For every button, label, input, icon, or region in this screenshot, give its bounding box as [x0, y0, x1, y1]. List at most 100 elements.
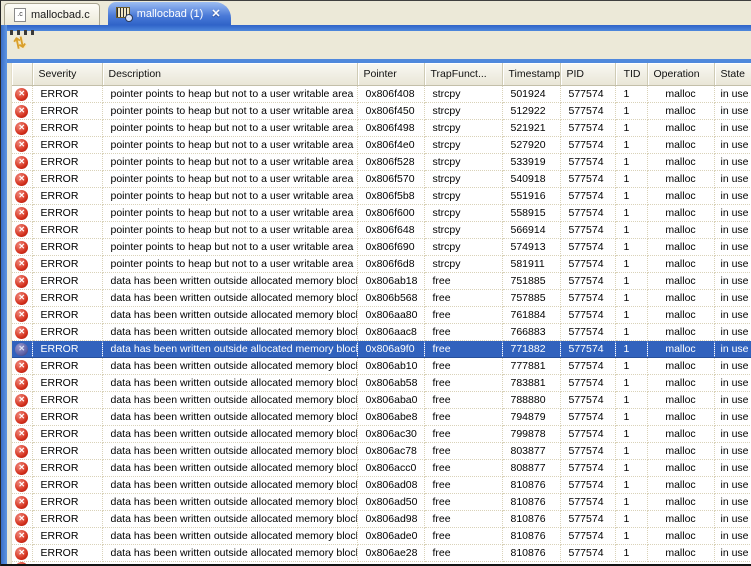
description-cell: pointer points to heap but not to a user…	[102, 170, 357, 187]
error-icon: ✕	[15, 275, 28, 288]
timestamp-cell: 777881	[502, 357, 560, 374]
column-header-icon[interactable]	[12, 63, 32, 85]
table-row[interactable]: ✕ ERROR data has been written outside al…	[12, 493, 751, 510]
tid-cell: 1	[615, 170, 647, 187]
trapfunction-cell: free	[424, 527, 502, 544]
trapfunction-cell: free	[424, 425, 502, 442]
column-header-operation[interactable]: Operation	[647, 63, 714, 85]
pid-cell: 577574	[560, 102, 615, 119]
severity-cell: ERROR	[32, 136, 102, 153]
state-cell: in use	[714, 85, 751, 102]
tid-cell: 1	[615, 221, 647, 238]
tid-cell: 1	[615, 476, 647, 493]
state-cell: in use	[714, 493, 751, 510]
table-row[interactable]: ✕ ERROR data has been written outside al…	[12, 510, 751, 527]
table-row[interactable]: ✕ ERROR data has been written outside al…	[12, 323, 751, 340]
table-row[interactable]: ✕ ERROR pointer points to heap but not t…	[12, 102, 751, 119]
trapfunction-cell: strcpy	[424, 221, 502, 238]
error-icon: ✕	[15, 258, 28, 271]
severity-cell: ERROR	[32, 289, 102, 306]
tab-mallocbad-analysis[interactable]: mallocbad (1) ✕	[108, 2, 231, 25]
tid-cell: 1	[615, 204, 647, 221]
error-icon: ✕	[15, 224, 28, 237]
column-header-pointer[interactable]: Pointer	[357, 63, 424, 85]
timestamp-cell: 799878	[502, 425, 560, 442]
tid-cell: 1	[615, 272, 647, 289]
pid-cell: 577574	[560, 85, 615, 102]
double-arrow-icon[interactable]: ⇅	[9, 33, 30, 54]
state-cell: in use	[714, 238, 751, 255]
pid-cell: 577574	[560, 357, 615, 374]
state-cell: in use	[714, 102, 751, 119]
tid-cell: 1	[615, 323, 647, 340]
pointer-cell: 0x806f450	[357, 102, 424, 119]
table-row[interactable]: ✕ ERROR data has been written outside al…	[12, 374, 751, 391]
table-row[interactable]: ✕ ERROR pointer points to heap but not t…	[12, 187, 751, 204]
column-header-state[interactable]: State	[714, 63, 751, 85]
operation-cell: malloc	[647, 357, 714, 374]
trapfunction-cell: strcpy	[424, 187, 502, 204]
table-row[interactable]: ✕ ERROR data has been written outside al…	[12, 340, 751, 357]
table-row[interactable]: ✕ ERROR pointer points to heap but not t…	[12, 85, 751, 102]
table-row[interactable]: ✕ ERROR pointer points to heap but not t…	[12, 238, 751, 255]
table-row[interactable]: ✕ ERROR pointer points to heap but not t…	[12, 255, 751, 272]
table-row[interactable]: ✕ ERROR pointer points to heap but not t…	[12, 136, 751, 153]
column-header-timestamp[interactable]: Timestamp	[502, 63, 560, 85]
table-row[interactable]: ✕ ERROR data has been written outside al…	[12, 306, 751, 323]
table-row[interactable]: ✕ ERROR pointer points to heap but not t…	[12, 221, 751, 238]
description-cell: pointer points to heap but not to a user…	[102, 221, 357, 238]
table-row[interactable]: ✕ ERROR data has been written outside al…	[12, 442, 751, 459]
severity-cell: ERROR	[32, 102, 102, 119]
table-row[interactable]: ✕ ERROR data has been written outside al…	[12, 391, 751, 408]
table-row[interactable]: ✕ ERROR data has been written outside al…	[12, 527, 751, 544]
tid-cell: 1	[615, 289, 647, 306]
column-header-description[interactable]: Description	[102, 63, 357, 85]
state-cell: in use	[714, 323, 751, 340]
trapfunction-cell: free	[424, 459, 502, 476]
pid-cell: 577574	[560, 323, 615, 340]
state-cell: in use	[714, 289, 751, 306]
tab-mallocbad-c[interactable]: .c mallocbad.c	[4, 3, 100, 25]
state-cell: in use	[714, 136, 751, 153]
table-row[interactable]: ✕ ERROR data has been written outside al…	[12, 459, 751, 476]
table-row[interactable]: ✕ ERROR data has been written outside al…	[12, 425, 751, 442]
table-row[interactable]: ✕ ERROR data has been written outside al…	[12, 544, 751, 561]
table-row[interactable]: ✕ ERROR data has been written outside al…	[12, 476, 751, 493]
trapfunction-cell: free	[424, 340, 502, 357]
pointer-cell: 0x806ab18	[357, 272, 424, 289]
column-header-severity[interactable]: Severity	[32, 63, 102, 85]
error-icon: ✕	[15, 360, 28, 373]
table-row[interactable]: ✕ ERROR pointer points to heap but not t…	[12, 119, 751, 136]
severity-cell: ERROR	[32, 119, 102, 136]
state-cell: in use	[714, 442, 751, 459]
severity-cell: ERROR	[32, 187, 102, 204]
error-icon: ✕	[15, 292, 28, 305]
tid-cell: 1	[615, 119, 647, 136]
description-cell: data has been written outside allocated …	[102, 272, 357, 289]
operation-cell: malloc	[647, 136, 714, 153]
error-icon: ✕	[15, 156, 28, 169]
table-row[interactable]: ✕ ERROR pointer points to heap but not t…	[12, 170, 751, 187]
pointer-cell: 0x806ac30	[357, 425, 424, 442]
severity-cell: ERROR	[32, 493, 102, 510]
column-header-pid[interactable]: PID	[560, 63, 615, 85]
severity-cell: ERROR	[32, 221, 102, 238]
close-icon[interactable]: ✕	[211, 7, 220, 20]
table-row[interactable]: ✕ ERROR data has been written outside al…	[12, 357, 751, 374]
column-header-tid[interactable]: TID	[615, 63, 647, 85]
trapfunction-cell: free	[424, 306, 502, 323]
table-row[interactable]: ✕ ERROR data has been written outside al…	[12, 272, 751, 289]
table-row[interactable]: ✕ ERROR data has been written outside al…	[12, 289, 751, 306]
error-icon: ✕	[15, 241, 28, 254]
table-row[interactable]: ✕ ERROR pointer points to heap but not t…	[12, 204, 751, 221]
error-icon: ✕	[15, 343, 28, 356]
error-icon: ✕	[15, 326, 28, 339]
tid-cell: 1	[615, 255, 647, 272]
column-header-trapfunction[interactable]: TrapFunct...	[424, 63, 502, 85]
table-row[interactable]: ✕ ERROR data has been written outside al…	[12, 408, 751, 425]
severity-cell: ERROR	[32, 459, 102, 476]
trapfunction-cell: free	[424, 442, 502, 459]
pid-cell: 577574	[560, 187, 615, 204]
table-row[interactable]: ✕ ERROR pointer points to heap but not t…	[12, 153, 751, 170]
tid-cell: 1	[615, 374, 647, 391]
